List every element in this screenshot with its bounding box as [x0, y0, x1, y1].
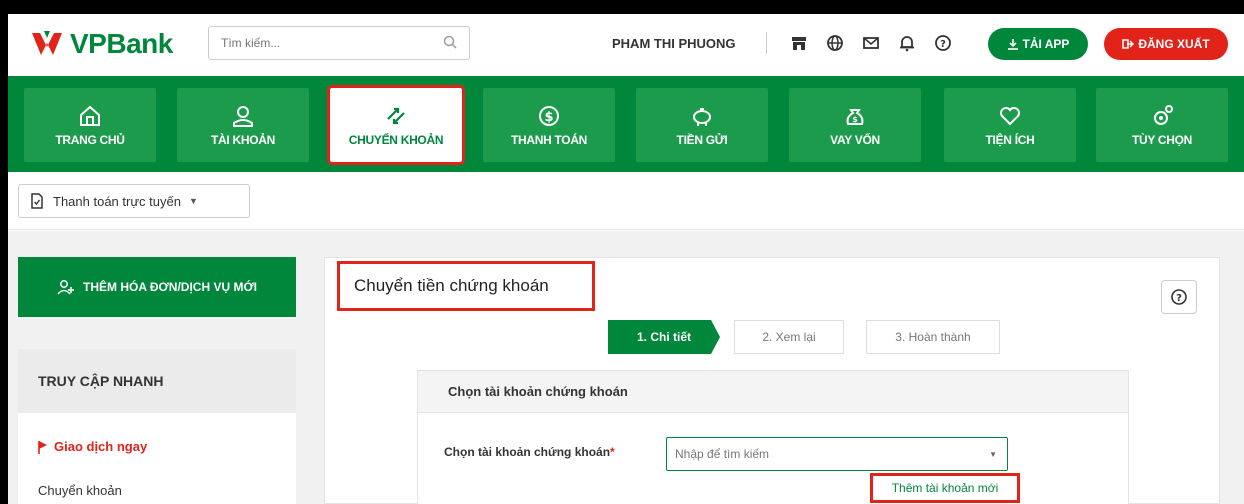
download-icon: [1007, 39, 1018, 50]
money-bag-icon: $: [846, 109, 864, 125]
online-payment-dropdown[interactable]: Thanh toán trực tuyến ▼: [18, 184, 250, 218]
header-icons: ?: [788, 32, 954, 54]
svg-text:?: ?: [940, 39, 946, 50]
nav-item-loan[interactable]: $ VAY VỐN: [789, 88, 921, 162]
nav-item-account[interactable]: TÀI KHOẢN: [177, 88, 309, 162]
add-bill-service-button[interactable]: THÊM HÓA ĐƠN/DỊCH VỤ MỚI: [18, 257, 296, 317]
bell-icon[interactable]: [896, 32, 918, 54]
piggy-icon: [693, 108, 711, 126]
nav-label: THANH TOÁN: [510, 133, 588, 147]
securities-account-select[interactable]: Nhập để tìm kiếm ▼: [666, 437, 1008, 471]
search-box[interactable]: [208, 26, 470, 60]
nav-label: TÀI KHOẢN: [211, 133, 275, 147]
dropdown-label: Thanh toán trực tuyến: [53, 193, 181, 209]
header-divider: [766, 32, 767, 54]
quick-item-label: Giao dịch ngay: [54, 439, 148, 454]
mail-icon[interactable]: [860, 32, 882, 54]
add-user-icon: [57, 280, 74, 295]
search-input[interactable]: [209, 27, 429, 59]
nav-item-utilities[interactable]: TIỆN ÍCH: [944, 88, 1076, 162]
header: VPBank PHAM THI PHUONG ? TẢI APP ĐĂ: [8, 14, 1244, 76]
flag-icon: [38, 440, 47, 454]
settings-icon: [1154, 105, 1173, 125]
step-details: 1. Chi tiết: [608, 320, 720, 354]
nav-item-home[interactable]: TRANG CHỦ: [24, 88, 156, 162]
add-bill-label: THÊM HÓA ĐƠN/DỊCH VỤ MỚI: [82, 280, 258, 294]
quick-item-transfer[interactable]: Chuyển khoản: [38, 483, 122, 498]
quick-item-trade-now[interactable]: Giao dịch ngay: [38, 439, 147, 454]
top-border: [0, 0, 1244, 14]
required-marker: *: [610, 445, 615, 459]
document-icon: [31, 193, 43, 209]
help-icon: ?: [1171, 289, 1187, 305]
account-field-label: Chọn tài khoản chứng khoán*: [444, 445, 615, 459]
globe-icon[interactable]: [824, 32, 846, 54]
svg-text:?: ?: [1176, 293, 1182, 304]
quick-access-panel: TRUY CẬP NHANH Giao dịch ngay Chuyển kho…: [18, 349, 296, 504]
help-icon[interactable]: ?: [932, 32, 954, 54]
svg-text:$: $: [852, 115, 858, 124]
caret-down-icon: ▼: [188, 196, 198, 206]
nav-item-options[interactable]: TÙY CHỌN: [1096, 88, 1228, 162]
account-field-label-text: Chọn tài khoản chứng khoán: [444, 445, 611, 459]
heart-icon: [1000, 107, 1020, 126]
step-complete: 3. Hoàn thành: [866, 320, 1000, 354]
logout-button[interactable]: ĐĂNG XUẤT: [1104, 28, 1228, 60]
step-review: 2. Xem lại: [734, 320, 844, 354]
nav-label: TRANG CHỦ: [55, 133, 125, 147]
content-panel: Chuyển tiền chứng khoán ? 1. Chi tiết 2.…: [324, 257, 1220, 504]
quick-access-title: TRUY CẬP NHANH: [18, 349, 296, 413]
main-nav: TRANG CHỦ TÀI KHOẢN CHUYỂN KHOẢN $ THANH…: [8, 76, 1244, 172]
nav-label: VAY VỐN: [830, 133, 880, 147]
download-app-label: TẢI APP: [1022, 37, 1070, 51]
nav-item-transfer[interactable]: CHUYỂN KHOẢN: [327, 85, 465, 165]
logout-icon: [1122, 39, 1135, 49]
vpbank-logo-icon: [32, 31, 62, 55]
user-name[interactable]: PHAM THI PHUONG: [612, 36, 736, 51]
nav-item-payment[interactable]: $ THANH TOÁN: [483, 88, 615, 162]
download-app-button[interactable]: TẢI APP: [988, 28, 1088, 60]
logo[interactable]: VPBank: [30, 28, 173, 60]
dollar-icon: $: [539, 106, 559, 126]
left-border: [0, 0, 8, 504]
form-title: Chọn tài khoản chứng khoán: [418, 371, 1128, 413]
nav-label: TÙY CHỌN: [1131, 133, 1193, 147]
chevron-down-icon: ▼: [989, 450, 997, 459]
nav-label: CHUYỂN KHOẢN: [348, 133, 444, 147]
help-button[interactable]: ?: [1161, 280, 1197, 314]
sub-toolbar: Thanh toán trực tuyến ▼: [8, 172, 1244, 230]
nav-label: TIỆN ÍCH: [985, 133, 1035, 147]
home-icon: [80, 105, 100, 126]
store-icon[interactable]: [788, 32, 810, 54]
page-title: Chuyển tiền chứng khoán: [337, 261, 595, 311]
transfer-icon: [387, 107, 405, 125]
user-icon: [233, 106, 253, 127]
select-placeholder: Nhập để tìm kiếm: [675, 447, 770, 461]
brand-name: VPBank: [70, 28, 173, 59]
logout-label: ĐĂNG XUẤT: [1138, 37, 1210, 51]
add-new-account-link[interactable]: Thêm tài khoản mới: [870, 473, 1020, 503]
svg-text:$: $: [544, 110, 553, 125]
nav-item-deposit[interactable]: TIỀN GỬI: [636, 88, 768, 162]
select-account-card: Chọn tài khoản chứng khoán Chọn tài khoả…: [417, 370, 1129, 504]
search-icon[interactable]: [443, 35, 457, 49]
nav-label: TIỀN GỬI: [676, 133, 728, 147]
